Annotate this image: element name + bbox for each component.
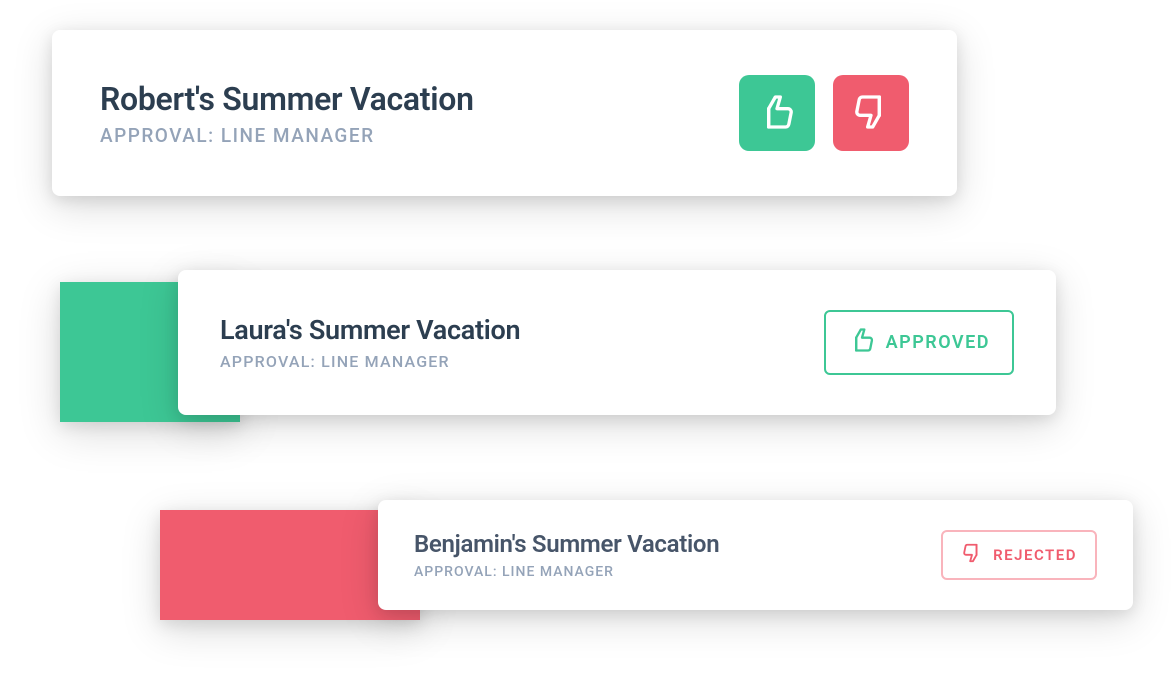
status-label: REJECTED: [993, 546, 1077, 564]
card-title: Benjamin's Summer Vacation: [414, 530, 719, 558]
status-label: APPROVED: [886, 332, 990, 353]
thumbs-up-icon: [757, 92, 797, 135]
card-content: Benjamin's Summer Vacation APPROVAL: LIN…: [414, 530, 719, 580]
thumbs-down-icon: [851, 92, 891, 135]
card-title: Laura's Summer Vacation: [220, 314, 520, 346]
status-badge-approved: APPROVED: [824, 310, 1014, 375]
card-title: Robert's Summer Vacation: [100, 80, 474, 118]
approval-card-rejected: Benjamin's Summer Vacation APPROVAL: LIN…: [378, 500, 1133, 610]
card-subtitle: APPROVAL: LINE MANAGER: [100, 124, 474, 147]
approve-button[interactable]: [739, 75, 815, 151]
card-subtitle: APPROVAL: LINE MANAGER: [414, 564, 719, 580]
status-badge-rejected: REJECTED: [941, 530, 1097, 580]
card-content: Laura's Summer Vacation APPROVAL: LINE M…: [220, 314, 520, 371]
approval-card-approved: Laura's Summer Vacation APPROVAL: LINE M…: [178, 270, 1056, 415]
card-subtitle: APPROVAL: LINE MANAGER: [220, 352, 520, 371]
approval-card-pending: Robert's Summer Vacation APPROVAL: LINE …: [52, 30, 957, 196]
thumbs-down-icon: [961, 542, 983, 568]
thumbs-up-icon: [848, 326, 876, 359]
reject-button[interactable]: [833, 75, 909, 151]
card-content: Robert's Summer Vacation APPROVAL: LINE …: [100, 80, 474, 147]
approval-actions: [739, 75, 909, 151]
